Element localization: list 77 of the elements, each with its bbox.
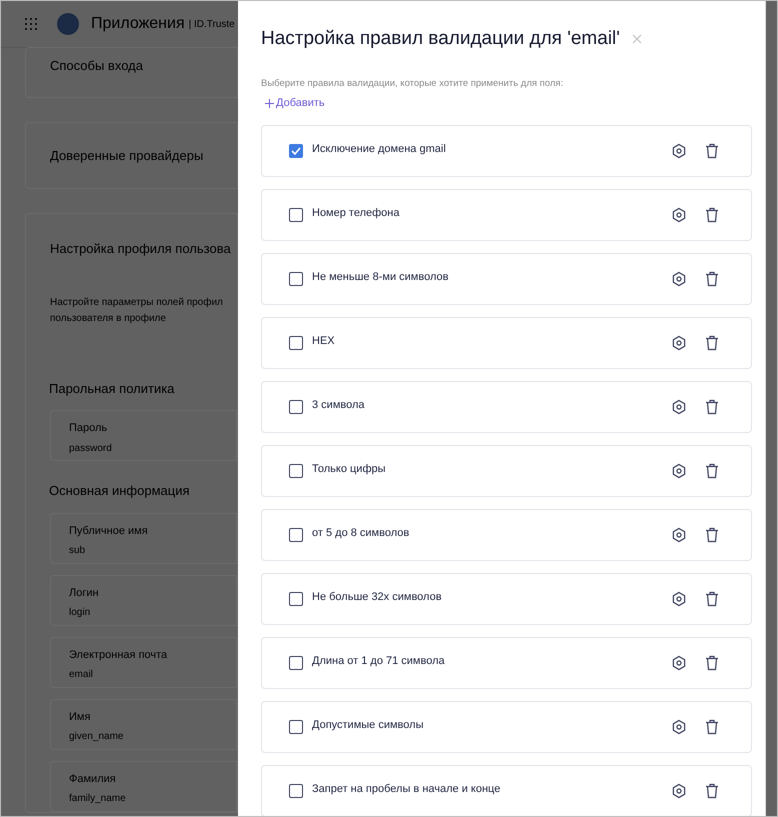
rule-label: HEX [312,334,336,348]
settings-icon[interactable] [671,271,687,288]
trash-icon[interactable] [705,143,719,160]
checkbox[interactable] [289,528,303,542]
settings-icon[interactable] [671,463,687,480]
checkbox[interactable] [289,784,303,798]
field-key: email [69,667,236,682]
trash-icon[interactable] [705,463,719,480]
field-card[interactable]: Публичное имя sub [50,512,237,564]
field-key: password [69,440,236,456]
logo-icon [57,13,79,35]
trash-icon[interactable] [705,591,719,608]
app-subtitle: | ID.Truste [188,18,235,32]
field-key: sub [69,543,236,558]
trash-icon[interactable] [705,207,719,224]
rule-label: Только цифры [312,462,387,476]
app-title: Приложения [91,14,185,34]
checkbox[interactable] [289,464,303,478]
grid-icon[interactable] [25,18,37,30]
field-key: login [69,605,236,620]
field-label: Фамилия [69,772,117,786]
checkbox[interactable] [289,336,303,350]
section-title: Основная информация [49,482,190,500]
field-key: given_name [69,729,236,744]
trash-icon[interactable] [705,783,719,800]
checkbox[interactable] [289,208,303,222]
field-card[interactable]: Логин login [50,574,237,626]
settings-icon[interactable] [671,527,687,544]
settings-icon[interactable] [671,591,687,608]
checkbox[interactable] [289,272,303,286]
card-description: Настройте параметры полей профил пользователя в профиле [50,296,224,326]
field-label: Имя [69,710,92,724]
field-card[interactable]: Имя given_name [50,698,237,750]
checkbox[interactable] [289,592,303,606]
field-label: Логин [69,586,100,600]
settings-icon[interactable] [671,207,687,224]
drawer-title: Настройка правил валидации для 'email' [261,27,620,51]
field-card[interactable]: Электронная почта email [50,636,237,688]
card-title: Способы входа [50,58,143,73]
settings-icon[interactable] [671,655,687,672]
card-title: Настройка профиля пользова [50,240,232,258]
field-card[interactable]: Фамилия family_name [50,760,237,812]
add-button[interactable]: Добавить [265,94,325,112]
trash-icon[interactable] [705,719,719,736]
rule-label: Длина от 1 до 71 символа [312,654,446,668]
trash-icon[interactable] [705,655,719,672]
trash-icon[interactable] [705,271,719,288]
check-icon [291,147,301,156]
field-card[interactable]: Пароль password [50,410,237,461]
rule-label: 3 символа [312,398,366,412]
field-label: Публичное имя [69,524,149,538]
rule-label: Номер телефона [312,206,400,220]
checkbox[interactable] [289,400,303,414]
settings-icon[interactable] [671,719,687,736]
checkbox[interactable] [289,144,303,158]
checkbox[interactable] [289,656,303,670]
settings-icon[interactable] [671,399,687,416]
rule-label: от 5 до 8 символов [312,526,410,540]
field-key: family_name [69,791,236,806]
plus-icon [265,98,274,108]
rule-label: Запрет на пробелы в начале и конце [312,782,502,796]
rule-label: Не больше 32х символов [312,590,443,604]
settings-icon[interactable] [671,783,687,800]
hint-text: Выберите правила валидации, которые хотите применить для поля: [261,76,564,90]
field-label: Электронная почта [69,648,168,662]
settings-icon[interactable] [671,143,687,160]
rule-label: Исключение домена gmail [312,142,447,156]
card-title: Доверенные провайдеры [50,146,204,165]
section-title: Парольная политика [49,380,176,398]
field-label: Пароль [69,421,108,436]
trash-icon[interactable] [705,527,719,544]
trash-icon[interactable] [705,335,719,352]
rule-label: Не меньше 8-ми символов [312,270,450,284]
trash-icon[interactable] [705,399,719,416]
checkbox[interactable] [289,720,303,734]
rule-label: Допустимые символы [312,718,424,732]
settings-icon[interactable] [671,335,687,352]
